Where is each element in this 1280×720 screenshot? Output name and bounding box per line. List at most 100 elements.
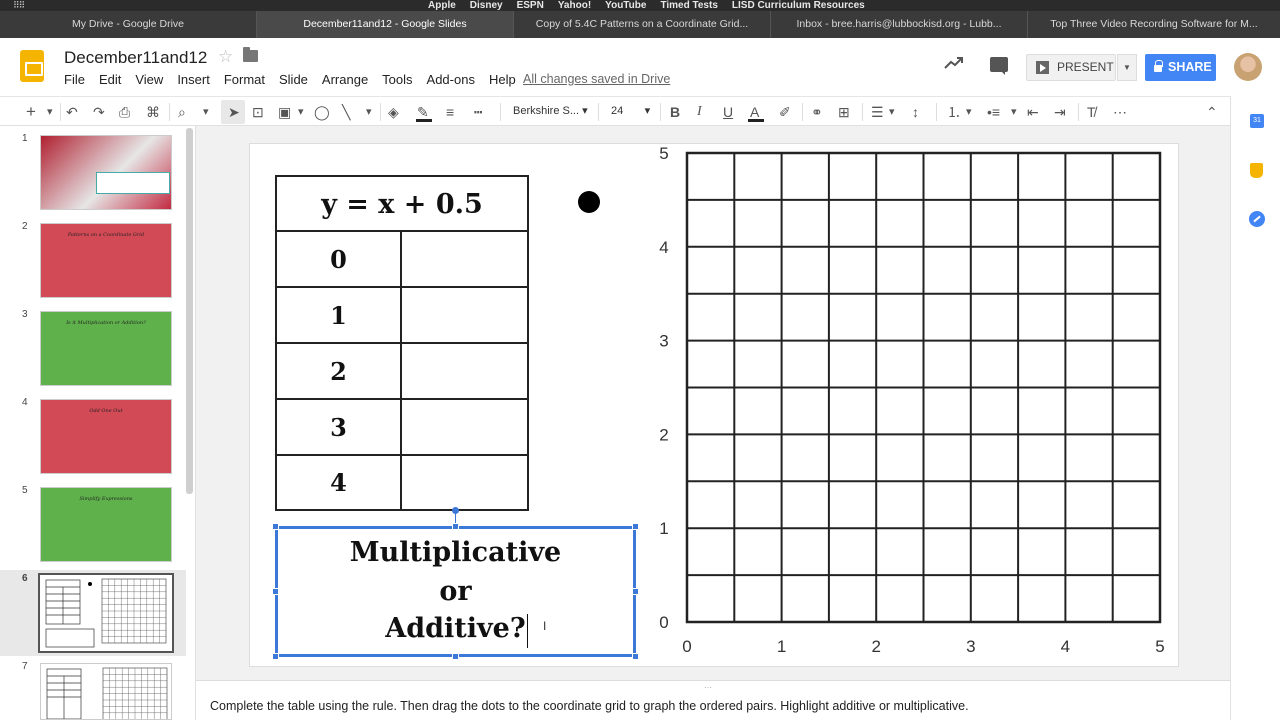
underline-icon[interactable]: U	[723, 103, 733, 121]
bookmark-espn[interactable]: ESPN	[517, 0, 544, 11]
text-box-icon[interactable]: ⊡	[252, 103, 264, 121]
new-slide-plus-icon[interactable]: +	[26, 103, 36, 121]
image-icon[interactable]: ▣	[278, 103, 291, 121]
bookmark-lisd[interactable]: LISD Curriculum Resources	[732, 0, 865, 11]
menu-view[interactable]: View	[135, 72, 163, 87]
new-slide-chevron-icon[interactable]: ▾	[47, 103, 53, 121]
table-x-cell[interactable]: 0	[277, 232, 402, 286]
draggable-dot[interactable]	[578, 191, 600, 213]
slide-thumbnail-5[interactable]: Simplify Expressions	[40, 487, 172, 562]
cursor-arrow-icon[interactable]: ➤	[228, 103, 240, 121]
question-text-box[interactable]: Multiplicative or Additive?	[275, 526, 636, 657]
print-icon[interactable]: ⎙	[119, 103, 130, 121]
speaker-notes[interactable]: ⋯ Complete the table using the rule. The…	[196, 680, 1230, 720]
present-button[interactable]: PRESENT	[1026, 54, 1116, 81]
tasks-icon[interactable]	[1249, 211, 1265, 227]
bookmark-apple[interactable]: Apple	[428, 0, 456, 11]
rule-equation[interactable]: y = x + 0.5	[277, 177, 527, 232]
menu-format[interactable]: Format	[224, 72, 265, 87]
rule-table[interactable]: y = x + 0.5 0 1 2 3 4	[275, 175, 529, 511]
bold-icon[interactable]: B	[670, 103, 680, 121]
filmstrip-scrollbar[interactable]	[186, 128, 193, 494]
resize-handle-bottom[interactable]	[452, 653, 459, 660]
folder-icon[interactable]	[243, 47, 258, 62]
italic-icon[interactable]: I	[697, 103, 702, 121]
link-icon[interactable]: ⚭	[811, 103, 823, 121]
more-options-icon[interactable]: ⋯	[1113, 103, 1127, 121]
bulleted-list-chevron-icon[interactable]: ▾	[1011, 103, 1017, 121]
table-x-cell[interactable]: 1	[277, 288, 402, 342]
slide-thumbnail-2[interactable]: Patterns on a Coordinate Grid	[40, 223, 172, 298]
collapse-toolbar-chevron-icon[interactable]: ⌃	[1206, 103, 1218, 121]
document-title[interactable]: December11and12	[64, 48, 207, 68]
avatar[interactable]	[1234, 53, 1262, 81]
shape-icon[interactable]: ◯	[314, 103, 330, 121]
bulleted-list-icon[interactable]: •≡	[987, 103, 1000, 121]
resize-handle-top-left[interactable]	[272, 523, 279, 530]
align-chevron-icon[interactable]: ▾	[889, 103, 895, 121]
numbered-list-chevron-icon[interactable]: ▾	[966, 103, 972, 121]
slide-thumbnail-4[interactable]: Odd One Out	[40, 399, 172, 474]
coordinate-grid[interactable]: 0 1 2 3 4 5 0 1 2 3 4 5	[656, 144, 1176, 664]
bookmark-yahoo[interactable]: Yahoo!	[558, 0, 591, 11]
resize-handle-left[interactable]	[272, 588, 279, 595]
apps-grid-icon[interactable]: ⠿⠿	[13, 1, 25, 10]
slides-logo-icon[interactable]	[20, 50, 44, 82]
increase-indent-icon[interactable]: ⇥	[1054, 103, 1066, 121]
menu-file[interactable]: File	[64, 72, 85, 87]
tab-video-software[interactable]: Top Three Video Recording Software for M…	[1028, 11, 1280, 38]
line-icon[interactable]: ╲	[342, 103, 350, 121]
bookmark-disney[interactable]: Disney	[470, 0, 503, 11]
slide-thumbnail-7[interactable]	[40, 663, 172, 720]
resize-handle-top[interactable]	[452, 523, 459, 530]
tab-my-drive[interactable]: My Drive - Google Drive	[0, 11, 257, 38]
menu-help[interactable]: Help	[489, 72, 516, 87]
border-dash-icon[interactable]: ┅	[474, 103, 482, 121]
line-chevron-icon[interactable]: ▾	[366, 103, 372, 121]
paint-format-icon[interactable]: ⌘	[146, 103, 160, 121]
add-comment-icon[interactable]: ⊞	[838, 103, 850, 121]
clear-formatting-icon[interactable]: T̸	[1087, 103, 1096, 121]
bookmark-timed-tests[interactable]: Timed Tests	[660, 0, 717, 11]
menu-edit[interactable]: Edit	[99, 72, 121, 87]
zoom-icon[interactable]: ⌕	[178, 103, 186, 121]
line-spacing-icon[interactable]: ↕	[912, 103, 919, 121]
star-icon[interactable]: ☆	[218, 47, 233, 67]
table-x-cell[interactable]: 2	[277, 344, 402, 398]
menu-arrange[interactable]: Arrange	[322, 72, 368, 87]
fill-color-icon[interactable]: ◈	[388, 103, 399, 121]
highlight-color-icon[interactable]: ✐	[779, 103, 791, 121]
calendar-icon[interactable]: 31	[1250, 114, 1264, 128]
present-options-chevron-icon[interactable]: ▼	[1117, 54, 1137, 81]
resize-handle-bottom-right[interactable]	[632, 653, 639, 660]
activity-trend-icon[interactable]	[944, 56, 964, 70]
speaker-notes-text[interactable]: Complete the table using the rule. Then …	[210, 699, 969, 713]
image-chevron-icon[interactable]: ▾	[298, 103, 304, 121]
menu-addons[interactable]: Add-ons	[427, 72, 475, 87]
resize-handle-right[interactable]	[632, 588, 639, 595]
keep-icon[interactable]	[1250, 163, 1263, 178]
numbered-list-icon[interactable]: ⒈	[947, 103, 961, 121]
undo-icon[interactable]: ↶	[66, 103, 78, 121]
menu-tools[interactable]: Tools	[382, 72, 412, 87]
slide-thumbnail-1[interactable]	[40, 135, 172, 210]
table-x-cell[interactable]: 4	[277, 456, 402, 509]
tab-patterns-copy[interactable]: Copy of 5.4C Patterns on a Coordinate Gr…	[514, 11, 771, 38]
border-weight-icon[interactable]: ≡	[446, 103, 454, 121]
decrease-indent-icon[interactable]: ⇤	[1027, 103, 1039, 121]
table-x-cell[interactable]: 3	[277, 400, 402, 454]
align-icon[interactable]: ☰	[871, 103, 884, 121]
zoom-chevron-icon[interactable]: ▾	[203, 103, 209, 121]
share-button[interactable]: SHARE	[1145, 54, 1216, 81]
resize-handle-top-right[interactable]	[632, 523, 639, 530]
tab-google-slides[interactable]: December11and12 - Google Slides	[257, 11, 514, 38]
font-size-select[interactable]: 24 ▾	[611, 104, 650, 117]
slide-thumbnail-3[interactable]: Is it Multiplication or Addition?	[40, 311, 172, 386]
menu-slide[interactable]: Slide	[279, 72, 308, 87]
resize-handle-bottom-left[interactable]	[272, 653, 279, 660]
menu-insert[interactable]: Insert	[177, 72, 210, 87]
redo-icon[interactable]: ↷	[93, 103, 105, 121]
slide-thumbnail-6[interactable]	[38, 573, 174, 653]
notes-resize-grip-icon[interactable]: ⋯	[704, 683, 712, 692]
save-status[interactable]: All changes saved in Drive	[523, 72, 670, 86]
